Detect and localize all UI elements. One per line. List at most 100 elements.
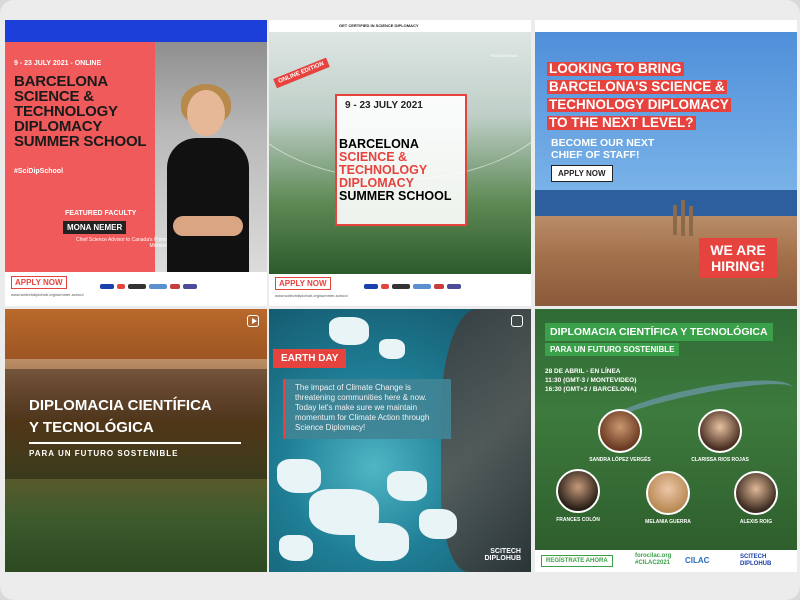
subheadline: BECOME OUR NEXT CHIEF OF STAFF! <box>551 137 654 161</box>
carousel-icon <box>511 315 523 327</box>
event-time: 16:30 (GMT+2 / BARCELONA) <box>545 386 637 393</box>
title-line: Y TECNOLÓGICA <box>29 419 154 436</box>
partner-logo <box>392 284 410 289</box>
subheadline-line: BECOME OUR NEXT <box>551 137 655 149</box>
register-button: REGÍSTRATE AHORA <box>541 555 613 567</box>
apply-now-button: APPLY NOW <box>551 165 613 182</box>
speaker-name: CLARISSA RIOS ROJAS <box>691 457 749 463</box>
ice-floe <box>379 339 405 359</box>
speaker: MELANIA GUERRA <box>635 471 701 525</box>
event-time: 11:30 (GMT-3 / MONTEVIDEO) <box>545 377 637 384</box>
event-details: 28 DE ABRIL - EN LÍNEA 11:30 (GMT-3 / MO… <box>545 367 637 394</box>
sagrada-familia-spire <box>689 206 693 236</box>
cilac-logo: CILAC <box>685 556 710 565</box>
event-site: foroc​ilac.org #CILAC2021 <box>635 553 671 567</box>
scitech-logo <box>100 284 114 289</box>
post-url: www.scitechdiplohub.org/summer-school <box>11 292 84 297</box>
speaker-name: MELANIA GUERRA <box>645 519 691 525</box>
partner-logo <box>149 284 167 289</box>
partner-logo <box>117 284 125 289</box>
climate-message: The impact of Climate Change is threaten… <box>283 379 451 439</box>
speaker-name: FRANCES COLÓN <box>556 517 600 523</box>
scitech-logo <box>364 284 378 289</box>
post-summer-school-online[interactable]: GET CERTIFIED IN SCIENCE DIPLOMACY ONLIN… <box>269 20 531 306</box>
speaker-avatar <box>598 409 642 453</box>
title-line: DIPLOMACIA CIENTÍFICA <box>29 397 212 414</box>
post-footer: APPLY NOW www.scitechdiplohub.org/summer… <box>5 272 267 306</box>
post-footer: REGÍSTRATE AHORA foroc​ilac.org #CILAC20… <box>535 550 797 572</box>
speaker: FRANCES COLÓN <box>545 469 611 523</box>
ice-floe <box>279 535 313 561</box>
divider-line <box>29 442 241 444</box>
partner-logos <box>364 284 461 289</box>
partner-logo <box>170 284 180 289</box>
partner-logo <box>447 284 461 289</box>
top-banner: GET CERTIFIED IN SCIENCE DIPLOMACY <box>269 20 531 32</box>
video-play-icon <box>247 315 259 327</box>
headline-line: LOOKING TO BRING <box>547 61 684 76</box>
post-summer-school-faculty[interactable]: 9 - 23 JULY 2021 - ONLINE BARCELONA SCIE… <box>5 20 267 306</box>
headline-line: TO THE NEXT LEVEL? <box>547 115 696 130</box>
partner-logo <box>434 284 444 289</box>
banner-text: GET CERTIFIED IN SCIENCE DIPLOMACY <box>339 23 419 28</box>
faculty-dress <box>167 138 249 272</box>
hashtag: #CILAC2021 <box>635 560 671 566</box>
speaker-avatar <box>698 409 742 453</box>
ice-floe <box>387 471 427 501</box>
hashtag: #SciDipSchool <box>14 168 64 175</box>
post-diplomacia-forest[interactable]: DIPLOMACIA CIENTÍFICA Y TECNOLÓGICA PARA… <box>5 309 267 572</box>
faculty-name: MONA NEMER <box>63 221 127 234</box>
event-date: 9 - 23 JULY 2021 <box>345 100 423 111</box>
post-subtitle: PARA UN FUTURO SOSTENIBLE <box>29 449 179 458</box>
partner-logo <box>413 284 431 289</box>
partner-logos <box>100 284 197 289</box>
post-subtitle: PARA UN FUTURO SOSTENIBLE <box>545 343 680 356</box>
post-footer: APPLY NOW www.scitechdiplohub.org/summer… <box>269 274 531 306</box>
post-cilac-speakers[interactable]: DIPLOMACIA CIENTÍFICA Y TECNOLÓGICA PARA… <box>535 309 797 572</box>
ice-floe <box>277 459 321 493</box>
sagrada-familia-spire <box>673 205 677 235</box>
event-date: 9 - 23 JULY 2021 - ONLINE <box>14 60 102 67</box>
brand-line: SCITECH <box>740 554 767 560</box>
brand-line: SCITECH <box>490 548 521 555</box>
speaker-avatar <box>556 469 600 513</box>
brand-line: DIPLOHUB <box>484 555 521 562</box>
brand-line: DIPLOHUB <box>740 561 772 567</box>
speaker-name: SANDRA LÓPEZ VERGÉS <box>589 457 651 463</box>
event-date: 28 DE ABRIL - EN LÍNEA <box>545 368 621 375</box>
site-url: foroc​ilac.org <box>635 553 672 559</box>
we-are-hiring-badge: WE ARE HIRING! <box>699 238 777 278</box>
blue-header-bar <box>5 20 267 42</box>
speaker-name: ALEXIS ROIG <box>739 519 773 525</box>
speaker-avatar <box>646 471 690 515</box>
partner-logo <box>183 284 197 289</box>
earth-day-tag: EARTH DAY <box>273 349 347 368</box>
ice-floe <box>329 317 369 345</box>
post-title: DIPLOMACIA CIENTÍFICA Y TECNOLÓGICA <box>29 395 249 439</box>
speaker: CLARISSA RIOS ROJAS <box>685 409 755 463</box>
hashtag: #SciDipSchool <box>491 53 518 58</box>
headline-line: TECHNOLOGY DIPLOMACY <box>547 97 731 112</box>
post-title: BARCELONA SCIENCE & TECHNOLOGY DIPLOMACY… <box>339 138 464 203</box>
post-url: www.scitechdiplohub.org/summer-school <box>275 293 348 298</box>
post-title: DIPLOMACIA CIENTÍFICA Y TECNOLÓGICA <box>545 323 773 341</box>
apply-now-button: APPLY NOW <box>11 276 67 289</box>
sagrada-familia-spire <box>681 200 685 236</box>
instagram-grid-frame: 9 - 23 JULY 2021 - ONLINE BARCELONA SCIE… <box>0 0 800 600</box>
partner-logo <box>381 284 389 289</box>
featured-faculty-label: FEATURED FACULTY <box>65 210 137 217</box>
scitech-diplohub-logo: SCITECH DIPLOHUB <box>484 548 521 562</box>
post-title: BARCELONA SCIENCE & TECHNOLOGY DIPLOMACY… <box>14 73 147 150</box>
speaker-avatar <box>734 471 778 515</box>
headline-line: BARCELONA'S SCIENCE & <box>547 79 727 94</box>
post-hiring-chief-of-staff[interactable]: LOOKING TO BRING BARCELONA'S SCIENCE & T… <box>535 20 797 306</box>
top-banner <box>535 20 797 32</box>
faculty-role: Chief Science Advisor to Canada's Prime … <box>76 237 167 249</box>
speaker: ALEXIS ROIG <box>723 471 789 525</box>
subheadline-line: CHIEF OF STAFF! <box>551 149 640 161</box>
post-earth-day[interactable]: EARTH DAY The impact of Climate Change i… <box>269 309 531 572</box>
scitech-diplohub-logo: SCITECH DIPLOHUB <box>740 554 771 568</box>
ice-floe <box>419 509 457 539</box>
faculty-arms <box>173 216 243 236</box>
partner-logo <box>128 284 146 289</box>
